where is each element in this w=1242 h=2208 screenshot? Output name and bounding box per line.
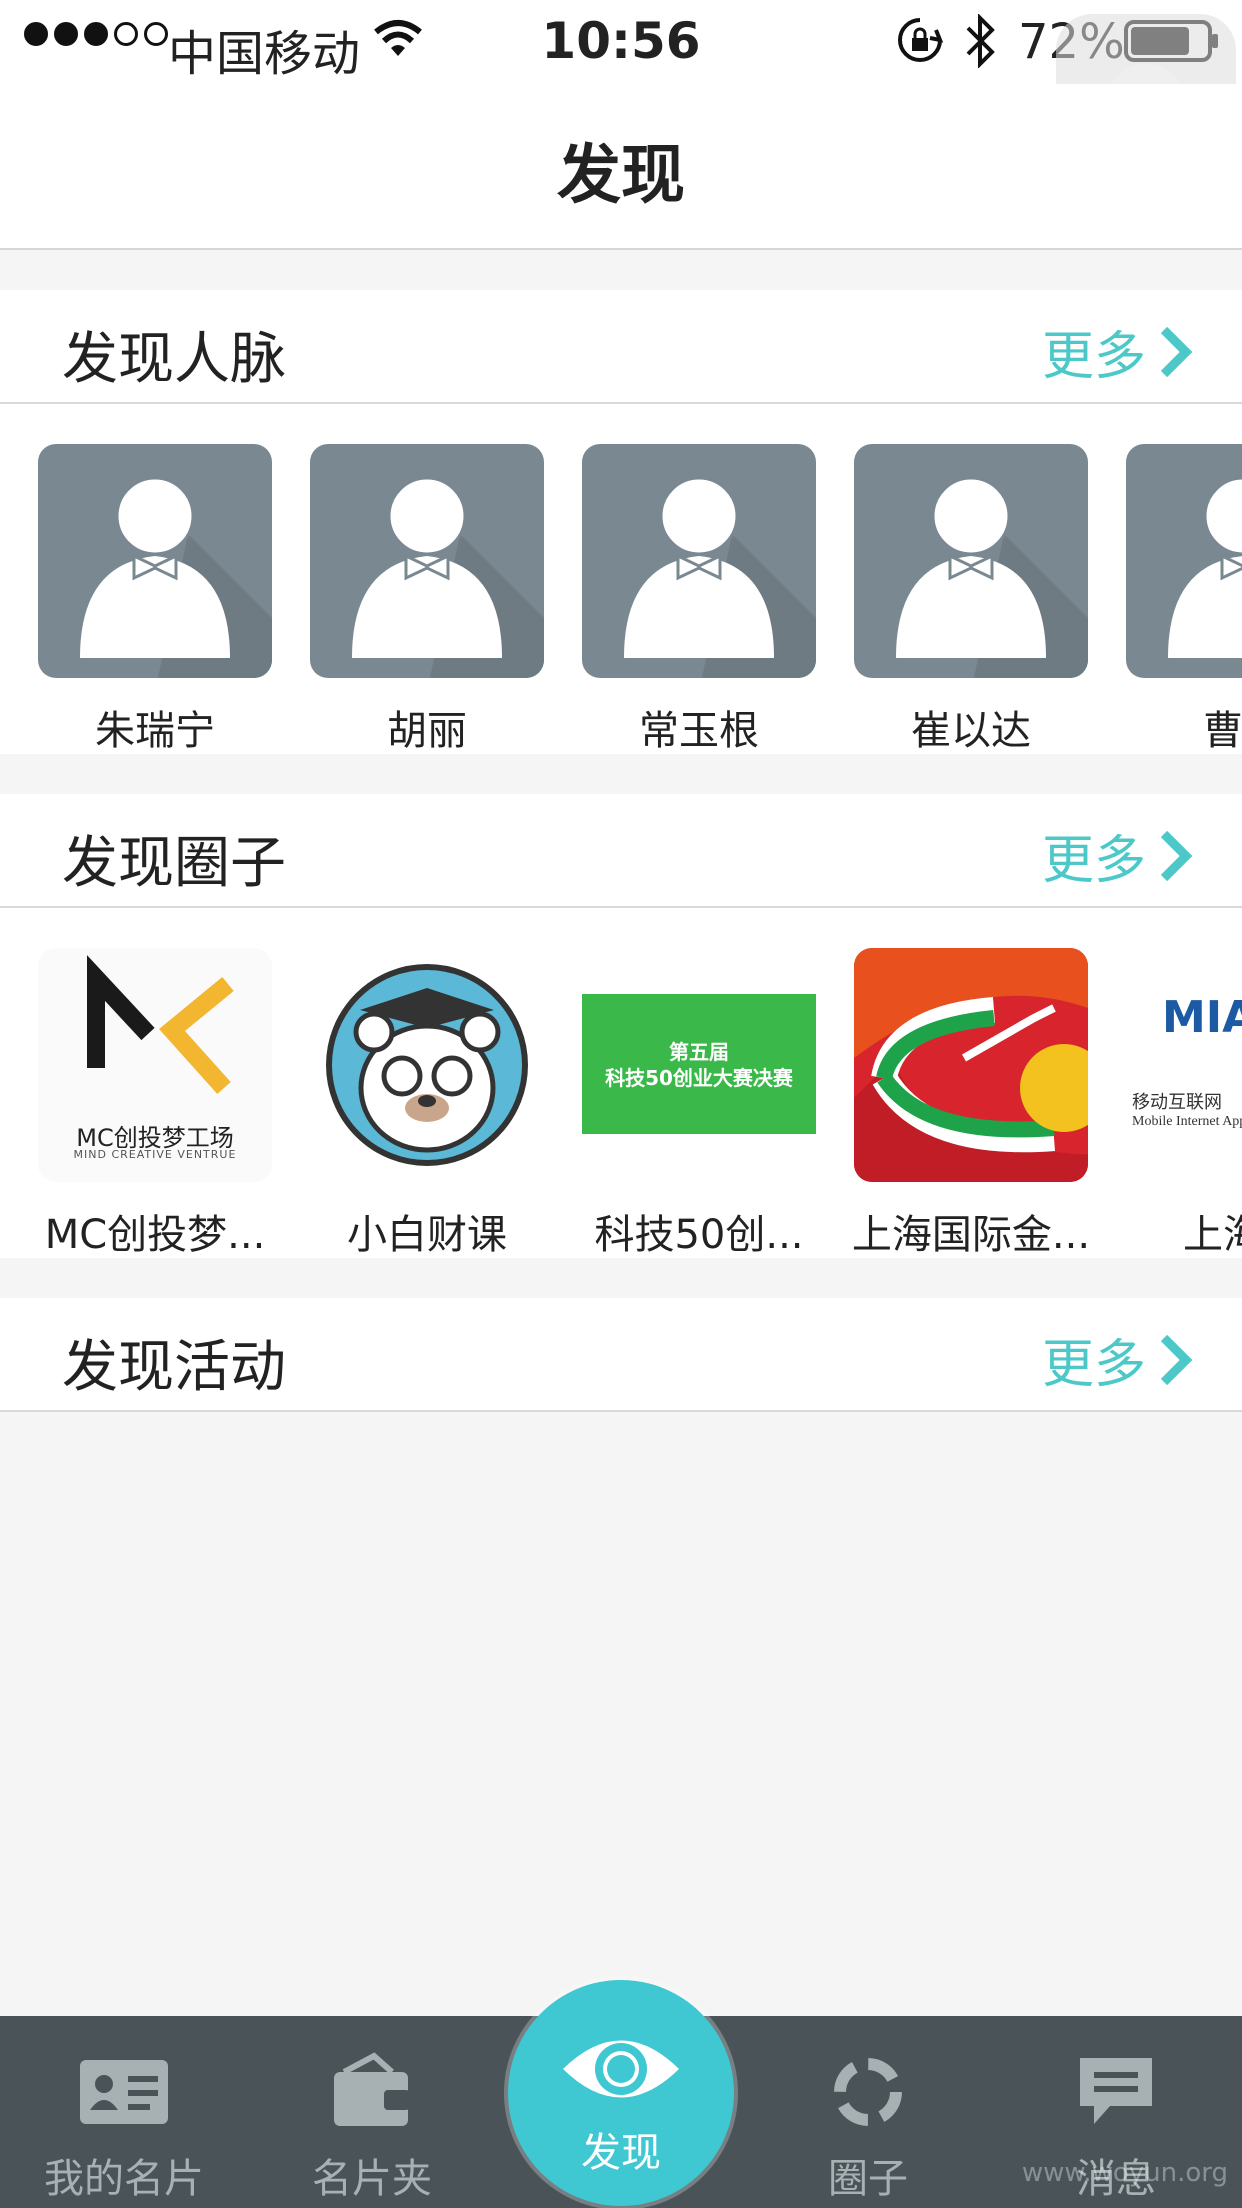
circle-name: 科技50创... — [594, 1212, 804, 1258]
circle-logo: MC创投梦工场 MIND CREATIVE VENTRUE — [38, 948, 272, 1182]
more-people-link[interactable]: 更多 — [1042, 314, 1192, 389]
person-name: 胡丽 — [387, 708, 467, 754]
more-label: 更多 — [1041, 831, 1146, 891]
avatar — [310, 444, 544, 678]
banner-title: 第五届 — [669, 1040, 729, 1064]
chevron-right-icon — [1160, 830, 1192, 881]
person-name: 曹仁 — [1203, 708, 1242, 754]
person-card[interactable]: 崔以达 — [854, 444, 1088, 754]
tab-label: 名片夹 — [312, 2156, 432, 2202]
tab-card-holder[interactable]: 名片夹 — [272, 2016, 472, 2208]
section-header-circles: 发现圈子 更多 — [0, 794, 1242, 908]
wallet-icon — [334, 2052, 410, 2126]
more-label: 更多 — [1041, 327, 1146, 387]
circle-arrows-icon — [834, 2058, 902, 2126]
avatar — [582, 444, 816, 678]
circle-card[interactable]: MIAU 移动互联网 Mobile Internet Appli 上海移 — [1126, 948, 1242, 1258]
person-card[interactable]: 常玉根 — [582, 444, 816, 754]
rotation-lock-icon — [898, 18, 944, 62]
banner-image: 第五届 科技50创业大赛决赛 — [582, 994, 816, 1134]
circles-list: MC创投梦工场 MIND CREATIVE VENTRUE MC创投梦... 小… — [0, 908, 1242, 1258]
person-name: 崔以达 — [911, 708, 1031, 754]
person-silhouette-icon — [1168, 476, 1242, 658]
tab-my-card[interactable]: 我的名片 — [24, 2016, 224, 2208]
circle-card[interactable]: 上海国际金... — [852, 948, 1090, 1258]
watermark: www.woyun.org — [1021, 2158, 1228, 2188]
tab-label: 发现 — [581, 2130, 661, 2176]
person-name: 朱瑞宁 — [95, 708, 215, 754]
avatar — [854, 444, 1088, 678]
circle-logo — [854, 948, 1088, 1182]
tab-discover[interactable]: 发现 — [508, 1980, 734, 2206]
banner-subtitle: 科技50创业大赛决赛 — [605, 1066, 793, 1090]
section-title: 发现人脉 — [62, 327, 286, 392]
circle-name: 小白财课 — [347, 1212, 507, 1258]
circle-card[interactable]: 小白财课 — [310, 948, 544, 1258]
person-silhouette-icon — [896, 476, 1088, 678]
section-header-people: 发现人脉 更多 — [0, 290, 1242, 404]
chevron-right-icon — [1160, 1334, 1192, 1385]
bear-mascot-icon — [326, 964, 528, 1166]
person-card[interactable]: 曹仁 — [1126, 444, 1242, 754]
people-list: 朱瑞宁 胡丽 常玉根 崔以达 曹 — [0, 404, 1242, 754]
section-title: 发现圈子 — [62, 831, 286, 896]
bluetooth-icon — [966, 14, 995, 68]
section-header-events: 发现活动 更多 — [0, 1298, 1242, 1412]
logo-subtext: 移动互联网 — [1132, 1092, 1222, 1113]
eye-icon — [563, 2040, 679, 2098]
nav-bar: 发现 — [0, 84, 1242, 250]
circle-logo — [310, 948, 544, 1182]
chevron-right-icon — [1160, 326, 1192, 377]
logo-subtext: MIND CREATIVE VENTRUE — [73, 1148, 237, 1161]
person-silhouette-icon — [352, 476, 544, 678]
circle-name: 上海移 — [1183, 1212, 1242, 1258]
tab-label: 我的名片 — [44, 2156, 204, 2202]
person-silhouette-icon — [624, 476, 816, 678]
more-circles-link[interactable]: 更多 — [1042, 818, 1192, 893]
section-title: 发现活动 — [62, 1335, 286, 1400]
page-title: 发现 — [557, 139, 685, 213]
more-label: 更多 — [1041, 1335, 1146, 1395]
circle-card[interactable]: 第五届 科技50创业大赛决赛 科技50创... — [582, 948, 816, 1258]
circle-name: MC创投梦... — [44, 1212, 266, 1258]
person-card[interactable]: 胡丽 — [310, 444, 544, 754]
circle-name: 上海国际金... — [851, 1212, 1091, 1258]
logo-text: MIAU — [1162, 992, 1242, 1043]
id-card-icon — [80, 2060, 168, 2124]
person-name: 常玉根 — [639, 708, 759, 754]
chat-bubble-icon — [1080, 2058, 1152, 2124]
circle-card[interactable]: MC创投梦工场 MIND CREATIVE VENTRUE MC创投梦... — [38, 948, 272, 1258]
tab-label: 圈子 — [828, 2156, 908, 2202]
avatar — [1126, 444, 1242, 678]
circle-logo: 第五届 科技50创业大赛决赛 — [582, 948, 816, 1182]
circle-logo: MIAU 移动互联网 Mobile Internet Appli — [1126, 948, 1242, 1182]
more-events-link[interactable]: 更多 — [1042, 1322, 1192, 1397]
person-silhouette-icon — [80, 476, 272, 678]
logo-subtext-en: Mobile Internet Appli — [1132, 1114, 1242, 1129]
finance-logo-icon — [854, 948, 1088, 1182]
person-card[interactable]: 朱瑞宁 — [38, 444, 272, 754]
avatar — [38, 444, 272, 678]
tab-circles[interactable]: 圈子 — [768, 2016, 968, 2208]
